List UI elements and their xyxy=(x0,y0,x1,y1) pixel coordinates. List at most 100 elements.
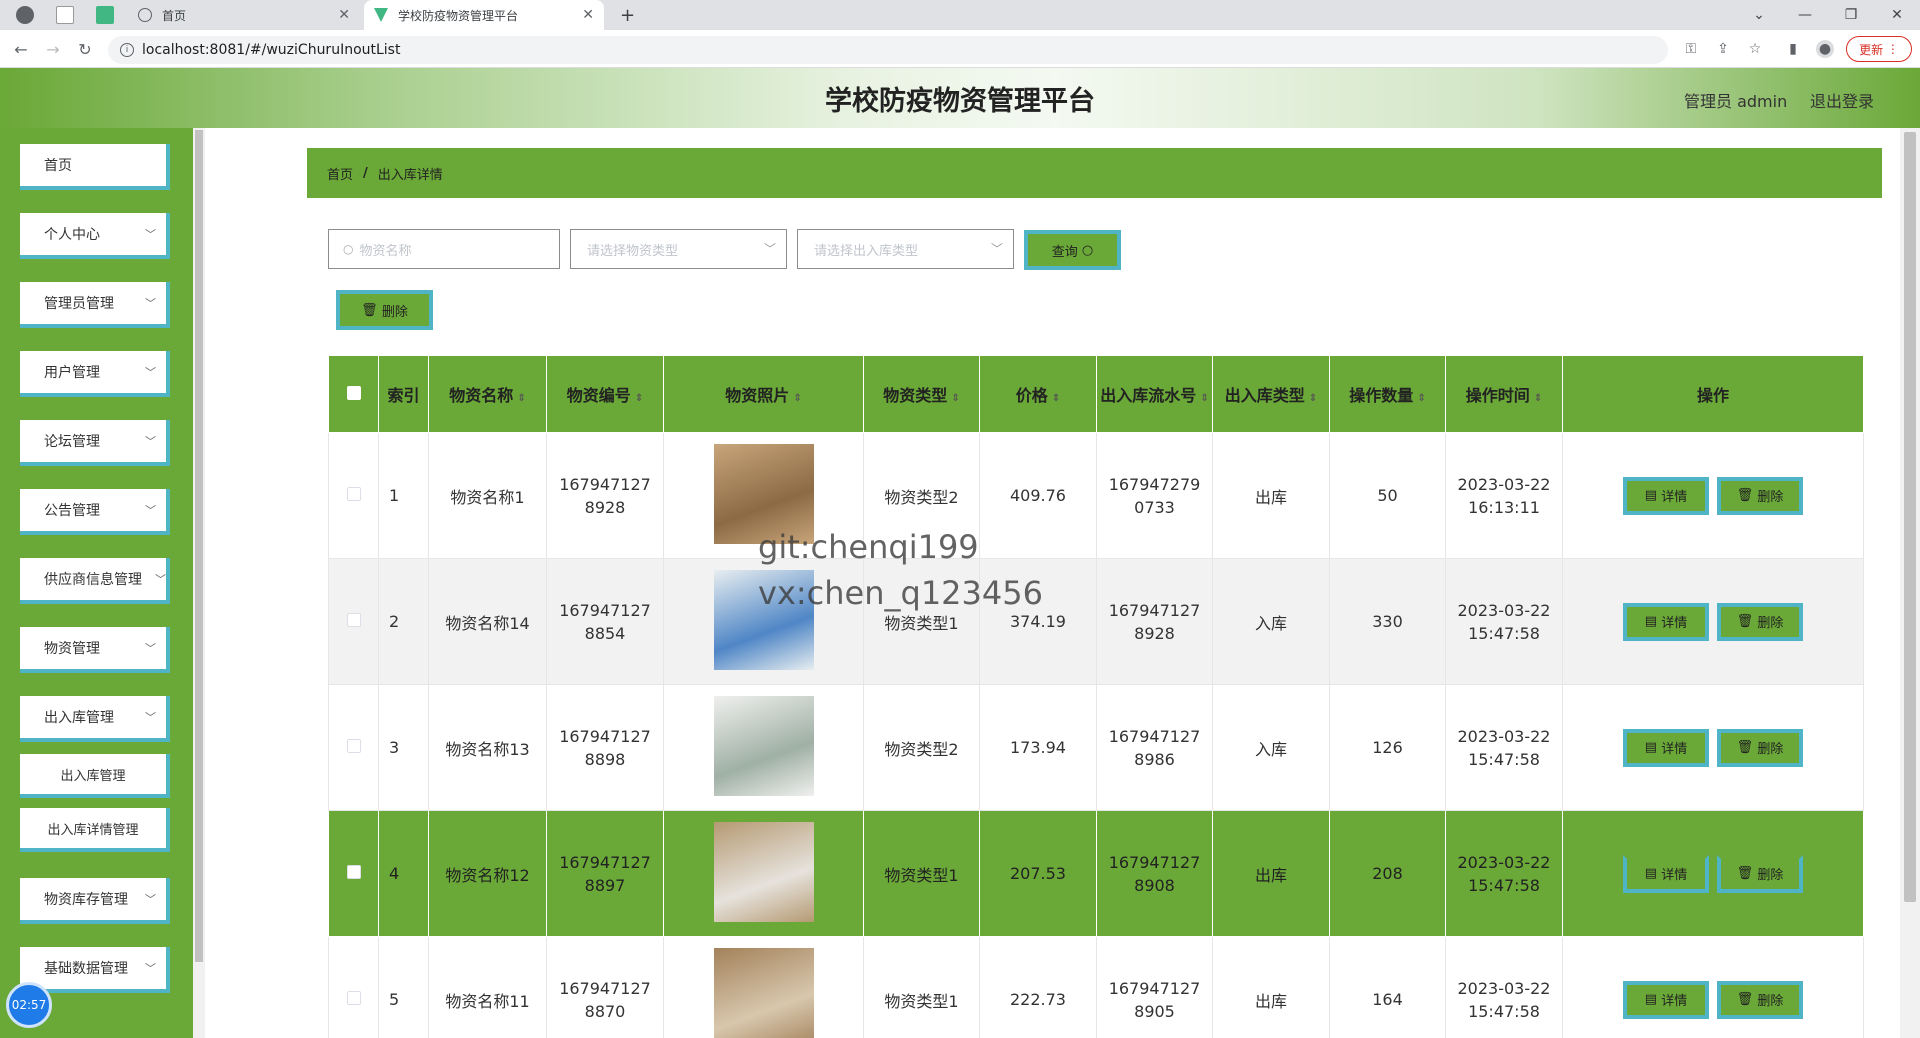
material-type-select[interactable]: 请选择物资类型 ﹀ xyxy=(570,229,787,269)
current-user: 管理员 admin xyxy=(1684,92,1788,111)
delete-button[interactable]: 🗑 删除 xyxy=(1717,980,1803,1019)
table-row[interactable]: 5 物资名称11 1679471278870 物资类型1 222.73 167947127… xyxy=(328,936,1864,1038)
chrome-icon[interactable] xyxy=(16,6,34,24)
breadcrumb-home[interactable]: 首页 xyxy=(327,164,353,183)
close-window-icon[interactable]: ✕ xyxy=(1874,0,1920,30)
material-photo[interactable] xyxy=(713,947,814,1038)
col-name[interactable]: 物资名称 ⇕ xyxy=(428,355,547,433)
cell-photo xyxy=(663,684,864,811)
info-icon[interactable]: i xyxy=(120,43,134,57)
sidebar-panel-icon[interactable]: ▮ xyxy=(1784,40,1802,58)
sort-icon[interactable]: ⇕ xyxy=(1052,393,1060,404)
col-photo[interactable]: 物资照片 ⇕ xyxy=(663,355,864,433)
sidebar-item-materials[interactable]: 物资管理 ﹀ xyxy=(20,627,170,673)
globe-icon xyxy=(138,8,152,22)
col-price[interactable]: 价格 ⇕ xyxy=(979,355,1097,433)
forward-icon[interactable]: → xyxy=(42,38,64,60)
sidebar-subitem-inout[interactable]: 出入库管理 xyxy=(20,754,170,798)
sidebar-item-inout[interactable]: 出入库管理 ﹀ xyxy=(20,696,170,742)
sort-icon[interactable]: ⇕ xyxy=(517,393,525,404)
table-row[interactable]: 1 物资名称1 1679471278928 物资类型2 409.76 1679472790… xyxy=(328,432,1864,559)
row-checkbox[interactable] xyxy=(346,865,361,879)
tab-platform[interactable]: 学校防疫物资管理平台 ✕ xyxy=(364,0,604,30)
col-io-type[interactable]: 出入库类型 ⇕ xyxy=(1212,355,1330,433)
update-button[interactable]: 更新 ⋮ xyxy=(1846,36,1912,62)
sidebar-item-suppliers[interactable]: 供应商信息管理 ﹀ xyxy=(20,558,170,604)
minimize-icon[interactable]: — xyxy=(1782,0,1828,30)
sidebar-item-forum[interactable]: 论坛管理 ﹀ xyxy=(20,420,170,466)
sort-icon[interactable]: ⇕ xyxy=(1309,393,1317,404)
new-tab-button[interactable]: + xyxy=(614,0,644,30)
row-checkbox[interactable] xyxy=(346,739,361,753)
sidebar: 首页 个人中心 ﹀ 管理员管理 ﹀ 用户管理 ﹀ 论坛管理 ﹀ 公告管理 ﹀ 供应商信息管… xyxy=(0,128,205,1038)
sort-icon[interactable]: ⇕ xyxy=(1200,393,1208,404)
page-scroll-thumb[interactable] xyxy=(1904,132,1916,902)
breadcrumb-separator: / xyxy=(363,165,368,181)
delete-button[interactable]: 🗑 删除 xyxy=(1717,476,1803,515)
cell-name: 物资名称11 xyxy=(428,936,547,1038)
batch-delete-button[interactable]: 🗑 删除 xyxy=(336,290,433,330)
row-select-cell xyxy=(328,432,379,559)
sidebar-item-users[interactable]: 用户管理 ﹀ xyxy=(20,351,170,397)
inout-type-select[interactable]: 请选择出入库类型 ﹀ xyxy=(797,229,1014,269)
logout-link[interactable]: 退出登录 xyxy=(1810,88,1874,112)
delete-button[interactable]: 🗑 删除 xyxy=(1717,854,1803,893)
detail-button[interactable]: ▤ 详情 xyxy=(1623,476,1709,515)
vue-icon[interactable] xyxy=(96,6,114,24)
detail-button[interactable]: ▤ 详情 xyxy=(1623,728,1709,767)
col-qty[interactable]: 操作数量 ⇕ xyxy=(1329,355,1446,433)
sidebar-item-notices[interactable]: 公告管理 ﹀ xyxy=(20,489,170,535)
sidebar-item-admins[interactable]: 管理员管理 ﹀ xyxy=(20,282,170,328)
chevron-down-icon[interactable]: ⌄ xyxy=(1736,0,1782,30)
sidebar-scroll-thumb[interactable] xyxy=(195,130,203,962)
select-all-checkbox[interactable] xyxy=(346,385,361,400)
blank-tab-icon[interactable] xyxy=(56,6,74,24)
cell-serial: 1679471278908 xyxy=(1096,810,1213,937)
row-select-cell xyxy=(328,810,379,937)
restore-icon[interactable]: ❐ xyxy=(1828,0,1874,30)
tab-home[interactable]: 首页 ✕ xyxy=(128,0,360,30)
sort-icon[interactable]: ⇕ xyxy=(951,393,959,404)
col-serial[interactable]: 出入库流水号 ⇕ xyxy=(1096,355,1213,433)
row-checkbox[interactable] xyxy=(346,613,361,627)
row-checkbox[interactable] xyxy=(346,991,361,1005)
key-icon[interactable]: ⚿ xyxy=(1682,40,1700,58)
material-name-input[interactable]: ○ 物资名称 xyxy=(328,229,560,269)
col-type[interactable]: 物资类型 ⇕ xyxy=(863,355,980,433)
sidebar-item-profile[interactable]: 个人中心 ﹀ xyxy=(20,213,170,259)
sidebar-item-stock[interactable]: 物资库存管理 ﹀ xyxy=(20,878,170,924)
profile-icon[interactable]: ● xyxy=(1816,40,1834,58)
reload-icon[interactable]: ↻ xyxy=(74,38,96,60)
cell-index: 2 xyxy=(378,558,429,685)
detail-button[interactable]: ▤ 详情 xyxy=(1623,854,1709,893)
sidebar-item-home[interactable]: 首页 xyxy=(20,144,170,190)
star-icon[interactable]: ☆ xyxy=(1746,40,1764,58)
back-icon[interactable]: ← xyxy=(10,38,32,60)
table-row[interactable]: 2 物资名称14 1679471278854 物资类型1 374.19 167947127… xyxy=(328,558,1864,685)
col-code[interactable]: 物资编号 ⇕ xyxy=(546,355,664,433)
sort-icon[interactable]: ⇕ xyxy=(1417,393,1425,404)
material-photo[interactable] xyxy=(713,695,814,796)
table-row[interactable]: 3 物资名称13 1679471278898 物资类型2 173.94 167947127… xyxy=(328,684,1864,811)
col-time[interactable]: 操作时间 ⇕ xyxy=(1445,355,1563,433)
trash-icon: 🗑 xyxy=(1736,992,1754,1007)
sidebar-subitem-inout-detail[interactable]: 出入库详情管理 xyxy=(20,808,170,852)
vue-icon xyxy=(374,8,388,22)
sort-icon[interactable]: ⇕ xyxy=(635,393,643,404)
url-input[interactable]: i localhost:8081/#/wuziChuruInoutList xyxy=(108,36,1668,64)
material-photo[interactable] xyxy=(713,821,814,922)
table-row[interactable]: 4 物资名称12 1679471278897 物资类型1 207.53 167947127… xyxy=(328,810,1864,937)
row-checkbox[interactable] xyxy=(346,487,361,501)
sort-icon[interactable]: ⇕ xyxy=(1534,393,1542,404)
sort-icon[interactable]: ⇕ xyxy=(793,393,801,404)
query-button[interactable]: 查询 ○ xyxy=(1024,230,1121,270)
delete-button[interactable]: 🗑 删除 xyxy=(1717,728,1803,767)
share-icon[interactable]: ⇪ xyxy=(1714,40,1732,58)
cell-time: 2023-03-22 15:47:58 xyxy=(1445,558,1563,685)
detail-button[interactable]: ▤ 详情 xyxy=(1623,980,1709,1019)
detail-button[interactable]: ▤ 详情 xyxy=(1623,602,1709,641)
delete-button[interactable]: 🗑 删除 xyxy=(1717,602,1803,641)
close-icon[interactable]: ✕ xyxy=(582,7,594,23)
close-icon[interactable]: ✕ xyxy=(338,7,350,23)
document-icon: ▤ xyxy=(1644,488,1658,503)
